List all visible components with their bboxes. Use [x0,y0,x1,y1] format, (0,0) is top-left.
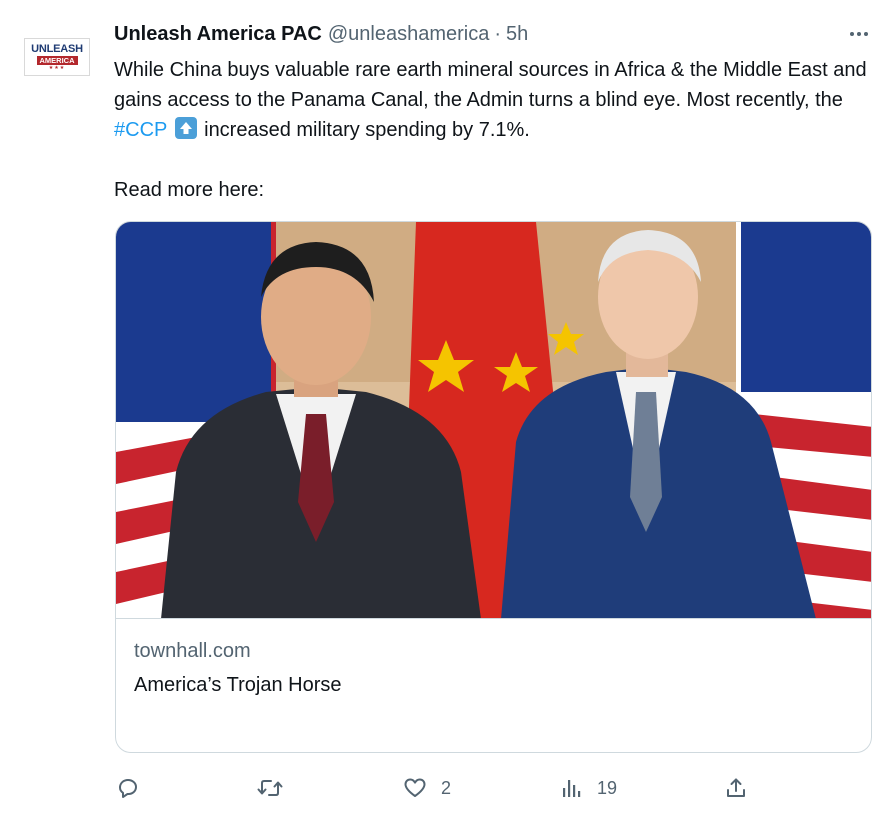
share-button[interactable] [724,770,748,806]
leaders-photo [116,222,871,618]
tweet[interactable]: UNLEASH AMERICA ★★★ Unleash America PAC … [0,0,896,822]
more-dot [864,32,868,36]
reply-button[interactable] [116,770,140,806]
separator-dot: · [494,22,502,45]
tweet-header: Unleash America PAC @unleashamerica · 5h [114,21,528,47]
card-image[interactable] [116,222,871,619]
more-dot [857,32,861,36]
share-icon [727,778,745,797]
avatar[interactable]: UNLEASH AMERICA ★★★ [24,38,90,76]
tweet-text-part2: increased military spending by 7.1%. [198,119,530,141]
timestamp[interactable]: 5h [506,23,528,46]
heart-icon [404,778,426,797]
like-button[interactable]: 2 [403,770,451,806]
hashtag-link[interactable]: #CCP [114,119,167,141]
retweet-button[interactable] [257,770,283,806]
like-count: 2 [441,777,452,798]
retweet-icon [257,780,283,796]
display-name[interactable]: Unleash America PAC [114,23,322,46]
views-count: 19 [597,777,618,798]
tweet-text: While China buys valuable rare earth min… [114,55,884,205]
more-dot [850,32,854,36]
read-more-text: Read more here: [114,179,265,201]
views-button[interactable]: 19 [561,770,617,806]
avatar-line2: AMERICA [36,55,78,65]
action-bar: 2 19 [0,770,896,806]
tweet-text-part1: While China buys valuable rare earth min… [114,59,867,111]
user-handle[interactable]: @unleashamerica [328,23,490,46]
views-icon [563,780,581,797]
up-arrow-icon [174,117,197,139]
card-title[interactable]: America’s Trojan Horse [134,674,341,697]
link-card[interactable]: townhall.com America’s Trojan Horse [115,221,872,753]
avatar-line1: UNLEASH [31,42,83,55]
reply-icon [119,779,137,798]
more-options-icon[interactable] [846,24,872,44]
avatar-stars: ★★★ [48,64,66,71]
card-domain[interactable]: townhall.com [134,640,251,663]
